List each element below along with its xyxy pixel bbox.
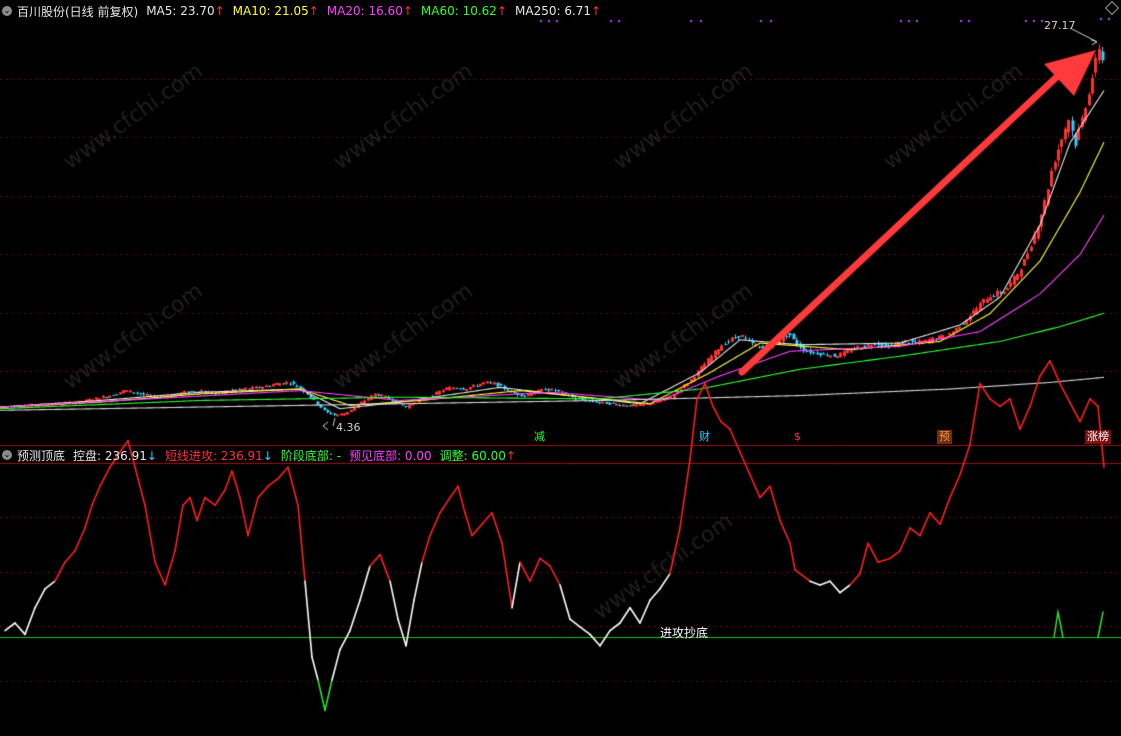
collapse-icon[interactable]: ⌄ — [2, 6, 12, 16]
marker-finance[interactable]: 财 — [697, 430, 712, 444]
ma20-label: MA20: 16.60↑ — [326, 4, 413, 18]
stage-bottom-label: 阶段底部: - — [280, 448, 342, 463]
ma10-label: MA10: 21.05↑ — [232, 4, 319, 18]
ma60-label: MA60: 10.62↑ — [420, 4, 507, 18]
signal-annotation: 进攻抄底 — [660, 626, 709, 640]
top-panel-header: ⌄ 百川股份(日线 前复权) MA5: 23.70↑ MA10: 21.05↑ … — [2, 1, 609, 21]
kline-chart-canvas[interactable] — [0, 0, 1121, 736]
ma5-label: MA5: 23.70↑ — [146, 4, 225, 18]
indicator-title: 预测顶底 — [17, 448, 66, 463]
marker-reduce[interactable]: 减 — [532, 430, 547, 444]
foresee-bottom-label: 预见底部: 0.00 — [349, 448, 432, 463]
high-price-annotation: 27.17 — [1044, 19, 1076, 32]
adjust-label: 调整: 60.00↑ — [439, 448, 516, 463]
marker-top-list[interactable]: 涨榜 — [1085, 430, 1111, 444]
ma250-label: MA250: 6.71↑ — [515, 4, 602, 18]
kongpan-label: 控盘: 236.91↓ — [73, 448, 157, 463]
bottom-panel-header: ⌄ 预测顶底 控盘: 236.91↓ 短线进攻: 236.91↓ 阶段底部: -… — [2, 445, 524, 465]
collapse-icon[interactable]: ⌄ — [2, 450, 12, 460]
low-price-annotation: 4.36 — [336, 421, 361, 434]
marker-forecast[interactable]: 预 — [937, 430, 952, 444]
marker-dollar[interactable]: $ — [792, 430, 803, 444]
stock-title: 百川股份(日线 前复权) — [17, 4, 139, 19]
attack-label: 短线进攻: 236.91↓ — [164, 448, 273, 463]
